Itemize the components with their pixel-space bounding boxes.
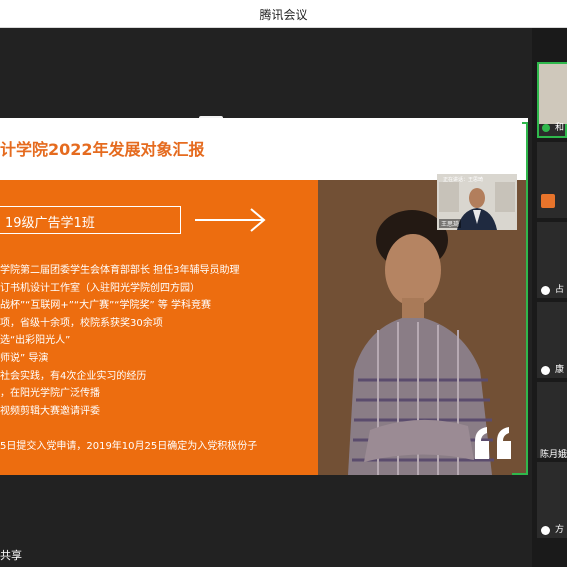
slide-title: 计学院2022年发展对象汇报 bbox=[0, 140, 205, 159]
line-5: 师说” 导演 bbox=[0, 352, 49, 364]
title-bar: 腾讯会议 bbox=[0, 0, 567, 28]
orange-panel: 19级广告学1班 学院第二届团委学生会体育部部长 担任3年辅导员助理 订书机设计… bbox=[0, 180, 318, 475]
participant-tile-4[interactable]: 陈月娥 bbox=[537, 382, 567, 460]
line-1: 订书机设计工作室（入驻阳光学院创四方园） bbox=[0, 282, 200, 294]
participant-tile-1[interactable] bbox=[537, 142, 567, 218]
participant-name: 康 bbox=[555, 365, 565, 375]
microphone-off-icon bbox=[541, 526, 550, 535]
speaker-frame-bottom bbox=[512, 473, 528, 475]
line-2: 战杯”“互联网+”“大广赛”“学院奖” 等 学科竞赛 bbox=[0, 300, 212, 312]
class-label: 19级广告学1班 bbox=[5, 216, 95, 231]
achievement-list: 学院第二届团委学生会体育部部长 担任3年辅导员助理 订书机设计工作室（入驻阳光学… bbox=[0, 262, 257, 456]
participant-tile-2[interactable]: 占 bbox=[537, 222, 567, 298]
speaker-status-text: 正在讲话：王思琦 bbox=[443, 177, 484, 183]
participant-name: 陈月娥 bbox=[540, 450, 567, 460]
quote-mark-icon bbox=[475, 427, 511, 459]
line-4: 选“出彩阳光人” bbox=[0, 335, 71, 347]
participant-name: 方 bbox=[555, 525, 565, 535]
speaker-video-thumbnail[interactable]: 正在讲话：王思琦 王思琦 bbox=[437, 174, 517, 230]
line-7: ，在阳光学院广泛传播 bbox=[0, 388, 100, 400]
window-title: 腾讯会议 bbox=[259, 8, 308, 22]
line-8: 视频剪辑大赛邀请评委 bbox=[0, 405, 100, 417]
speaker-frame-right bbox=[526, 124, 528, 473]
line-10: 5日提交入党申请，2019年10月25日确定为入党积极份子 bbox=[0, 440, 258, 452]
microphone-off-icon bbox=[541, 366, 550, 375]
participant-name: 和 bbox=[555, 123, 565, 133]
participant-name: 占 bbox=[555, 285, 565, 295]
line-0: 学院第二届团委学生会体育部部长 担任3年辅导员助理 bbox=[0, 265, 240, 276]
speaker-name-tag: 王思琦 bbox=[439, 219, 462, 228]
line-3: 项，省级十余项，校院系获奖30余项 bbox=[0, 317, 163, 329]
presentation-slide: 计学院2022年发展对象汇报 19级广告学1班 学院第二届团委学生会体育部部长 … bbox=[0, 118, 528, 475]
right-arrow-icon bbox=[195, 208, 266, 232]
microphone-icon bbox=[542, 124, 550, 132]
class-box: 19级广告学1班 bbox=[0, 206, 181, 234]
participant-tile-0[interactable]: 和 bbox=[537, 62, 567, 138]
participant-tile-5[interactable]: 方 bbox=[537, 462, 567, 538]
microphone-off-icon bbox=[541, 286, 550, 295]
share-label: 共享 bbox=[0, 549, 22, 562]
line-9 bbox=[0, 420, 257, 438]
line-6: 社会实践，有4次企业实习的经历 bbox=[0, 370, 147, 382]
user-avatar-icon bbox=[541, 194, 555, 208]
participant-tile-3[interactable]: 康 bbox=[537, 302, 567, 378]
